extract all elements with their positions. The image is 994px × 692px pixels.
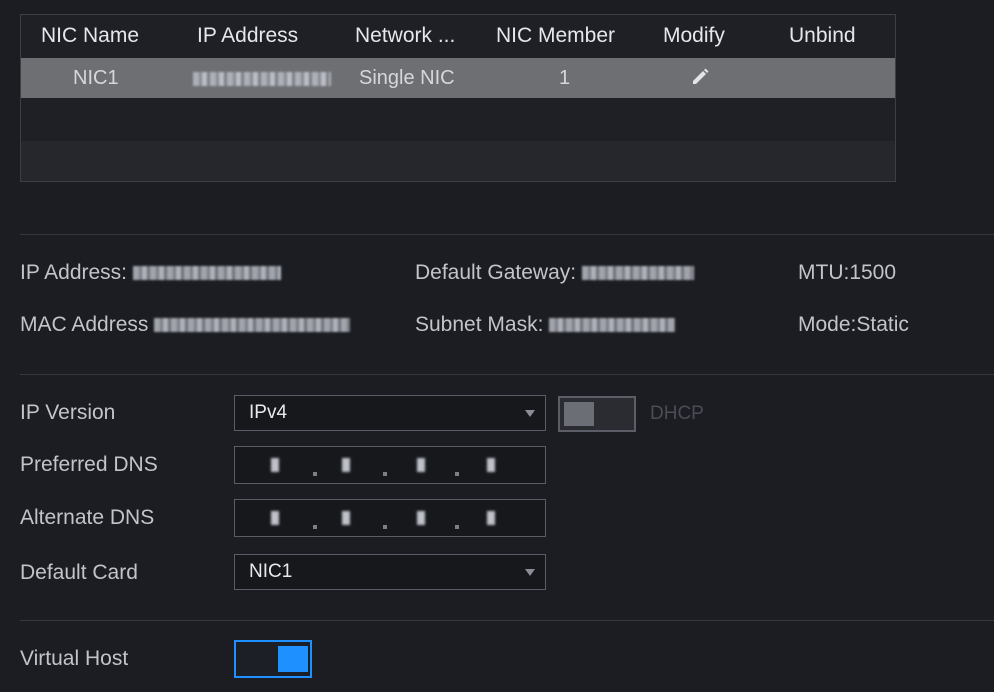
nic-table: NIC Name IP Address Network ... NIC Memb… [20, 14, 896, 182]
table-row[interactable]: NIC1 Single NIC 1 [21, 58, 895, 98]
dns-separator [455, 472, 459, 476]
info-ip-address: IP Address: [20, 258, 281, 288]
ip-version-value: IPv4 [249, 402, 288, 423]
ip-address-label: IP Address: [20, 261, 128, 284]
info-mode: Mode:Static [798, 313, 909, 336]
dns-octet [417, 511, 425, 525]
toggle-knob [278, 646, 308, 672]
dns-octet [342, 511, 350, 525]
col-nic-name[interactable]: NIC Name [41, 15, 139, 57]
cell-nic-name: NIC1 [73, 67, 119, 89]
col-network-mode[interactable]: Network ... [355, 15, 455, 57]
redacted-subnet [549, 318, 676, 333]
ip-version-label: IP Version [20, 401, 116, 424]
dns-octet [417, 458, 425, 472]
info-mtu: MTU:1500 [798, 261, 897, 284]
subnet-mask-label: Subnet Mask: [415, 313, 544, 336]
info-default-gateway: Default Gateway: [415, 258, 694, 288]
dns-octet [271, 458, 279, 472]
col-nic-member[interactable]: NIC Member [496, 15, 615, 57]
virtual-host-toggle[interactable] [234, 640, 312, 678]
divider [20, 374, 994, 375]
preferred-dns-label: Preferred DNS [20, 453, 158, 476]
virtual-host-label: Virtual Host [20, 647, 129, 670]
triangle-down-icon [525, 569, 535, 576]
alternate-dns-label: Alternate DNS [20, 506, 155, 529]
info-mac-address: MAC Address [20, 310, 351, 340]
dhcp-toggle[interactable] [558, 396, 636, 432]
col-modify[interactable]: Modify [663, 15, 725, 57]
divider [20, 620, 994, 621]
toggle-knob [564, 402, 594, 426]
redacted-ip [193, 71, 331, 86]
dns-separator [383, 472, 387, 476]
divider [20, 234, 994, 235]
redacted-mac [154, 318, 351, 333]
table-row-empty [21, 100, 895, 140]
cell-nic-member: 1 [559, 67, 571, 89]
table-row-empty [21, 141, 895, 181]
dns-octet [271, 511, 279, 525]
redacted-gateway [581, 266, 694, 281]
pencil-icon[interactable] [689, 66, 711, 93]
cell-ip-address [193, 58, 331, 98]
table-header: NIC Name IP Address Network ... NIC Memb… [21, 15, 895, 57]
ip-version-select[interactable]: IPv4 [234, 395, 546, 431]
default-card-select[interactable]: NIC1 [234, 554, 546, 590]
cell-network-mode: Single NIC [359, 67, 455, 89]
dns-octet [487, 458, 495, 472]
dns-separator [383, 525, 387, 529]
info-subnet-mask: Subnet Mask: [415, 310, 676, 340]
dns-separator [313, 525, 317, 529]
dns-separator [313, 472, 317, 476]
redacted-ip [132, 266, 281, 281]
preferred-dns-input[interactable] [234, 446, 546, 484]
alternate-dns-input[interactable] [234, 499, 546, 537]
col-unbind[interactable]: Unbind [789, 15, 856, 57]
default-card-label: Default Card [20, 561, 138, 584]
mac-address-label: MAC Address [20, 313, 149, 336]
dns-separator [455, 525, 459, 529]
dns-octet [487, 511, 495, 525]
dns-octet [342, 458, 350, 472]
triangle-down-icon [525, 410, 535, 417]
default-gateway-label: Default Gateway: [415, 261, 577, 284]
col-ip-address[interactable]: IP Address [197, 15, 298, 57]
dhcp-label: DHCP [650, 403, 704, 424]
default-card-value: NIC1 [249, 561, 293, 582]
